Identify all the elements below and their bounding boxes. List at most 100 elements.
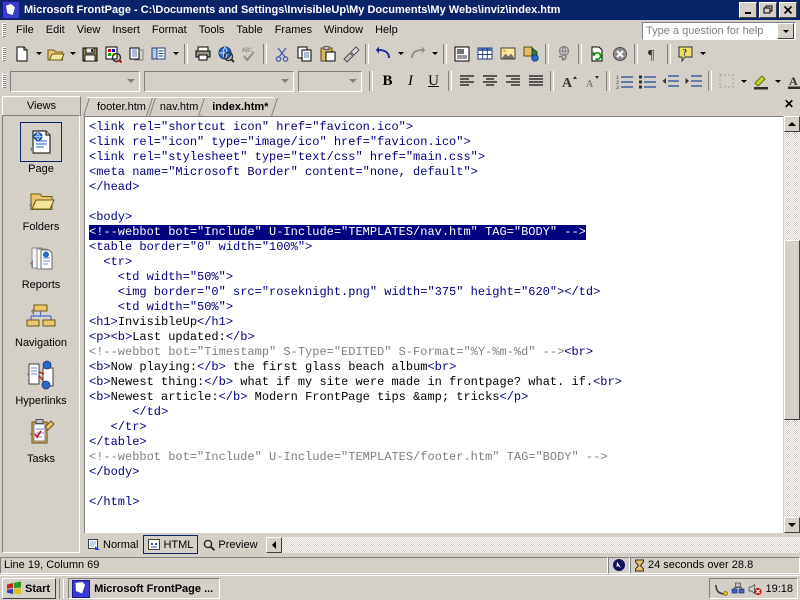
italic-button[interactable]: I	[399, 70, 422, 92]
navigation-pane-dropdown[interactable]	[170, 43, 181, 65]
scroll-up-button[interactable]	[784, 116, 800, 132]
show-all-paragraph-icon[interactable]: ¶	[641, 43, 664, 65]
align-right-icon[interactable]	[501, 70, 524, 92]
font-combo-arrow[interactable]	[277, 73, 293, 90]
increase-indent-icon[interactable]	[682, 70, 705, 92]
numbered-list-icon[interactable]: 1 2 3	[613, 70, 636, 92]
decrease-indent-icon[interactable]	[659, 70, 682, 92]
network-icon[interactable]	[731, 582, 745, 596]
menu-view[interactable]: View	[71, 22, 107, 38]
menubar-grip[interactable]	[2, 23, 6, 37]
menu-window[interactable]: Window	[318, 22, 369, 38]
insert-component-icon[interactable]	[450, 43, 473, 65]
bold-button[interactable]: B	[376, 70, 399, 92]
open-folder-icon[interactable]	[44, 43, 67, 65]
borders-icon[interactable]	[715, 70, 738, 92]
align-center-icon[interactable]	[478, 70, 501, 92]
menu-help[interactable]: Help	[369, 22, 404, 38]
borders-dropdown[interactable]	[738, 70, 749, 92]
size-combo[interactable]	[298, 70, 362, 92]
align-left-icon[interactable]	[455, 70, 478, 92]
restore-button[interactable]	[759, 2, 777, 18]
style-combo[interactable]	[10, 70, 140, 92]
formatting-toolbar-grip[interactable]	[2, 74, 6, 88]
preview-browser-icon[interactable]	[214, 43, 237, 65]
dialup-icon[interactable]	[714, 582, 729, 596]
publish-web-icon[interactable]	[101, 43, 124, 65]
cut-scissors-icon[interactable]	[270, 43, 293, 65]
sidebar-item-navigation[interactable]: Navigation	[3, 298, 79, 349]
stop-icon[interactable]	[608, 43, 631, 65]
folder-list-icon[interactable]	[124, 43, 147, 65]
style-combo-arrow[interactable]	[123, 73, 139, 90]
tab-html[interactable]: HTML	[143, 535, 199, 554]
insert-picture-icon[interactable]	[496, 43, 519, 65]
tab-preview[interactable]: Preview	[199, 536, 261, 553]
help-dropdown[interactable]	[697, 43, 708, 65]
scroll-down-button[interactable]	[784, 517, 800, 533]
tab-normal[interactable]: Normal	[84, 536, 142, 553]
font-color-icon[interactable]: A	[783, 70, 800, 92]
menu-insert[interactable]: Insert	[106, 22, 146, 38]
sidebar-item-page[interactable]: Page	[3, 122, 79, 175]
redo-dropdown[interactable]	[429, 43, 440, 65]
justify-icon[interactable]	[524, 70, 547, 92]
ask-a-question-box[interactable]: Type a question for help	[642, 22, 796, 40]
sidebar-item-tasks[interactable]: Tasks	[3, 414, 79, 465]
document-tab-footer[interactable]: footer.htm	[83, 97, 156, 116]
underline-button[interactable]: U	[422, 70, 445, 92]
html-source-editor[interactable]: <link rel="shortcut icon" href="favicon.…	[84, 116, 783, 533]
new-page-dropdown[interactable]	[33, 43, 44, 65]
new-page-icon[interactable]	[10, 43, 33, 65]
taskbar-item-frontpage[interactable]: Microsoft FrontPage ...	[68, 578, 221, 599]
minimize-button[interactable]	[739, 2, 757, 18]
save-disk-icon[interactable]	[78, 43, 101, 65]
menu-file[interactable]: File	[10, 22, 40, 38]
start-button[interactable]: Start	[2, 578, 57, 599]
menu-table[interactable]: Table	[230, 22, 268, 38]
open-dropdown[interactable]	[67, 43, 78, 65]
vertical-scrollbar-thumb[interactable]	[784, 240, 800, 420]
paste-clipboard-icon[interactable]	[316, 43, 339, 65]
volume-error-icon[interactable]	[748, 582, 763, 596]
format-painter-icon[interactable]	[339, 43, 362, 65]
refresh-icon[interactable]	[585, 43, 608, 65]
help-question-icon[interactable]: ?	[674, 43, 697, 65]
highlight-color-dropdown[interactable]	[772, 70, 783, 92]
standard-toolbar-grip[interactable]	[2, 46, 6, 61]
menu-frames[interactable]: Frames	[269, 22, 318, 38]
drawing-icon[interactable]	[519, 43, 542, 65]
editor-horizontal-scrollbar[interactable]	[265, 536, 800, 553]
navigation-pane-icon[interactable]	[147, 43, 170, 65]
undo-icon[interactable]	[372, 43, 395, 65]
menu-format[interactable]: Format	[146, 22, 193, 38]
horizontal-scrollbar-track[interactable]	[281, 536, 800, 553]
size-combo-arrow[interactable]	[345, 73, 361, 90]
editor-vertical-scrollbar[interactable]	[784, 116, 800, 533]
close-button[interactable]	[779, 2, 797, 18]
close-document-icon[interactable]: ✕	[782, 97, 796, 111]
insert-table-icon[interactable]	[473, 43, 496, 65]
sidebar-item-folders[interactable]: Folders	[3, 182, 79, 233]
document-tab-nav[interactable]: nav.htm	[145, 97, 209, 116]
menu-edit[interactable]: Edit	[40, 22, 71, 38]
print-icon[interactable]	[191, 43, 214, 65]
decrease-font-size-icon[interactable]: A	[580, 70, 603, 92]
spelling-icon[interactable]: ABC	[237, 43, 260, 65]
document-tab-index[interactable]: index.htm*	[198, 97, 279, 116]
scroll-left-button[interactable]	[265, 536, 282, 553]
redo-icon[interactable]	[406, 43, 429, 65]
sidebar-item-hyperlinks[interactable]: Hyperlinks	[3, 356, 79, 407]
sidebar-item-reports[interactable]: Reports	[3, 240, 79, 291]
hyperlink-icon[interactable]	[552, 43, 575, 65]
bulleted-list-icon[interactable]	[636, 70, 659, 92]
chevron-down-icon[interactable]	[777, 23, 794, 39]
copy-icon[interactable]	[293, 43, 316, 65]
document-tab-label: index.htm*	[212, 101, 269, 113]
font-combo[interactable]	[144, 70, 294, 92]
undo-dropdown[interactable]	[395, 43, 406, 65]
highlight-color-icon[interactable]	[749, 70, 772, 92]
increase-font-size-icon[interactable]: A	[557, 70, 580, 92]
menu-tools[interactable]: Tools	[193, 22, 231, 38]
